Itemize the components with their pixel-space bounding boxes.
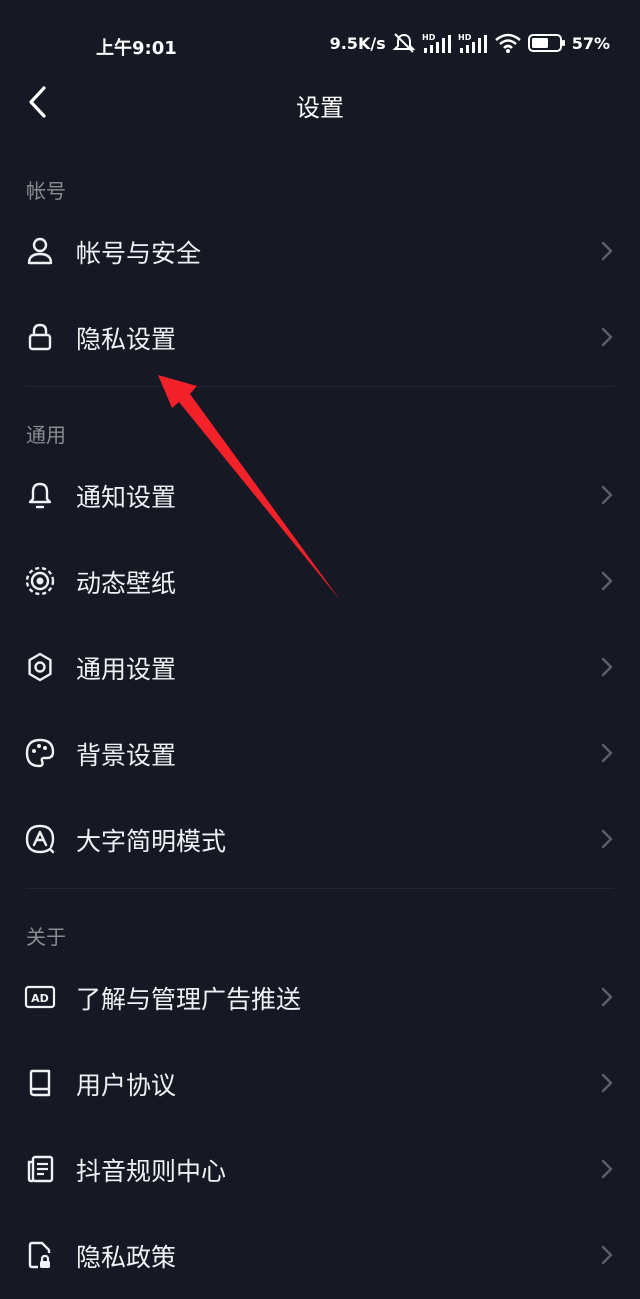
settings-item-privacy-policy[interactable]: 隐私政策 [0,1212,640,1298]
settings-item-label: 抖音规则中心 [76,1157,227,1186]
chevron-right-icon [601,743,613,763]
ad-icon: AD [24,981,56,1013]
large-font-icon [24,823,56,855]
svg-text:HD: HD [422,33,436,42]
svg-text:HD: HD [458,33,472,42]
svg-text:AD: AD [31,992,49,1005]
lock-icon [24,321,56,353]
gear-icon [24,651,56,683]
settings-item-general-settings[interactable]: 通用设置 [0,624,640,710]
settings-item-label: 通用设置 [76,655,177,684]
section-title-general: 通用 [26,423,66,447]
section-title-account: 帐号 [26,179,66,203]
settings-item-live-wallpaper[interactable]: 动态壁纸 [0,538,640,624]
chevron-right-icon [601,987,613,1007]
network-speed: 9.5K/s [329,33,386,53]
settings-item-label: 隐私政策 [76,1243,177,1272]
settings-item-label: 用户协议 [76,1071,177,1100]
status-indicators: 9.5K/s HD HD 57% [330,32,610,54]
settings-item-label: 帐号与安全 [76,239,202,268]
settings-item-label: 动态壁纸 [76,569,177,598]
signal-hd-icon-2: HD [458,33,487,53]
chevron-right-icon [601,829,613,849]
bell-icon [24,479,56,511]
settings-item-account-security[interactable]: 帐号与安全 [0,208,640,294]
settings-item-notification-settings[interactable]: 通知设置 [0,452,640,538]
battery-percentage: 57% [571,33,610,53]
live-wallpaper-icon [24,565,56,597]
status-time: 上午9:01 [96,38,177,59]
wifi-icon [494,33,521,53]
section-divider [26,888,614,889]
settings-item-privacy-settings[interactable]: 隐私设置 [0,294,640,380]
book-icon [24,1067,56,1099]
chevron-right-icon [601,1245,613,1265]
settings-item-large-font-mode[interactable]: 大字简明模式 [0,796,640,882]
chevron-right-icon [601,571,613,591]
chevron-right-icon [601,1159,613,1179]
section-title-about: 关于 [26,925,66,949]
section-divider [26,386,614,387]
page-title: 设置 [296,94,344,122]
header: 设置 [0,70,640,134]
settings-item-label: 隐私设置 [76,325,177,354]
chevron-right-icon [601,657,613,677]
settings-item-user-agreement[interactable]: 用户协议 [0,1040,640,1126]
chevron-right-icon [601,1073,613,1093]
chevron-right-icon [601,327,613,347]
battery-icon [527,34,565,52]
palette-icon [24,737,56,769]
settings-item-rules-center[interactable]: 抖音规则中心 [0,1126,640,1212]
document-list-icon [24,1153,56,1185]
privacy-document-icon [24,1239,56,1271]
settings-item-label: 背景设置 [76,741,177,770]
chevron-right-icon [601,241,613,261]
settings-item-background-settings[interactable]: 背景设置 [0,710,640,796]
settings-item-label: 大字简明模式 [76,827,227,856]
settings-item-label: 了解与管理广告推送 [76,985,302,1014]
settings-item-label: 通知设置 [76,483,177,512]
settings-item-ad-management[interactable]: AD 了解与管理广告推送 [0,954,640,1040]
chevron-right-icon [601,485,613,505]
signal-hd-icon: HD [422,33,451,53]
mute-icon [392,33,416,53]
settings-page: 上午9:01 9.5K/s HD HD 57% 设置 帐号 帐号与安全 隐私设置… [0,0,640,1299]
user-icon [24,235,56,267]
